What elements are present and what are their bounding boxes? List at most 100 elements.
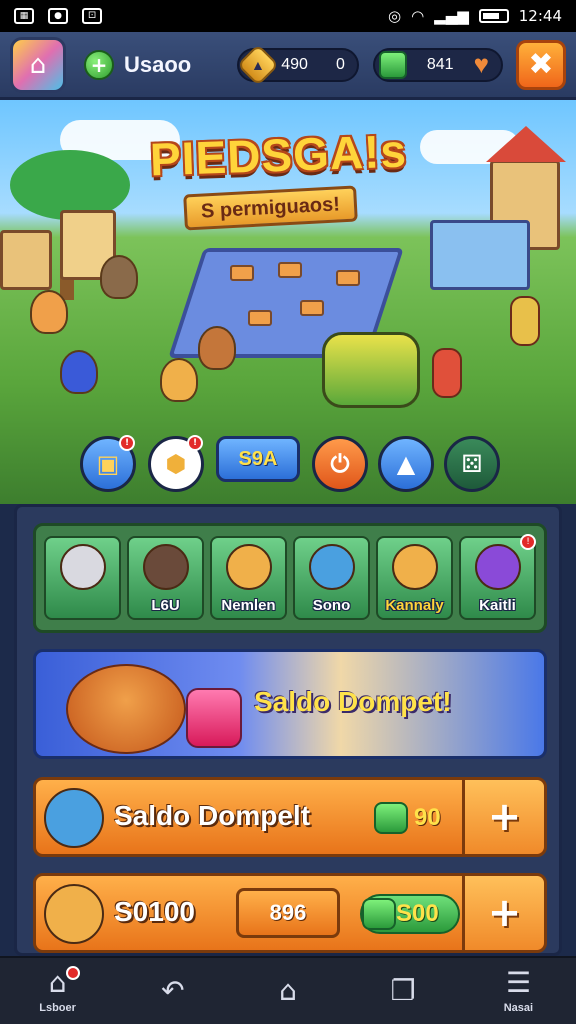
character-portrait	[308, 544, 355, 590]
s9a-button[interactable]: S9A	[216, 436, 300, 482]
user-info: + Usaoo	[84, 49, 192, 80]
close-button[interactable]: ✖	[516, 39, 566, 90]
nav-label: Lsboer	[39, 1002, 76, 1014]
kid-character	[432, 348, 462, 398]
board-tile	[248, 310, 272, 326]
shop-building	[430, 220, 530, 290]
game-title: PIEDSGA!s S permiguaos!	[149, 125, 440, 248]
character-name: Nemlen	[221, 597, 276, 614]
notification-badge: !	[520, 534, 536, 550]
nav-menu[interactable]: ☰ Nasai	[461, 958, 576, 1024]
heart-icon: ♥	[473, 49, 489, 79]
letter-a-button[interactable]: ▲	[378, 436, 434, 492]
board-tile	[336, 270, 360, 286]
hut-left	[0, 230, 52, 290]
kid-character	[510, 296, 540, 346]
character-card[interactable]: L6U	[127, 536, 204, 620]
bottom-nav: ⌂ Lsboer ↶ ⌂ ❐ ☰ Nasai	[0, 956, 576, 1024]
critter	[60, 350, 98, 394]
character-name: Sono	[312, 597, 351, 614]
board-tile	[278, 262, 302, 278]
signal-icon: ▂▄▆	[434, 7, 469, 25]
power-icon: ⏻	[330, 450, 350, 478]
wifi-icon: ◠	[411, 7, 425, 25]
character-name: Kaitli	[479, 597, 516, 614]
board-tile	[300, 300, 324, 316]
treasure-button[interactable]: ▣ !	[80, 435, 136, 492]
coin-counter[interactable]: ▲ 490 0	[237, 43, 359, 86]
character-portrait	[142, 544, 189, 590]
promo-character-art	[66, 664, 186, 754]
critter	[198, 326, 236, 370]
action-bar: ▣ ! ⬢ ! S9A ⏻ ▲ ⚄	[0, 430, 576, 500]
recents-icon: ❐	[390, 974, 416, 1007]
critter	[100, 255, 138, 299]
gallery-icon: ▦	[14, 8, 34, 24]
dice-icon: ⚄	[461, 450, 483, 478]
balance-title: S0100	[114, 896, 195, 927]
balance-amount: S00	[396, 900, 439, 927]
nav-back[interactable]: ↶	[115, 958, 230, 1024]
character-name: L6U	[151, 597, 180, 614]
character-card[interactable]	[44, 536, 121, 620]
nav-system-home[interactable]: ⌂	[230, 958, 345, 1024]
critter	[160, 358, 198, 402]
notification-badge: !	[187, 435, 203, 451]
gold-coin-icon: ⬢	[165, 450, 187, 478]
do-not-disturb-icon: ◎	[387, 7, 402, 25]
critter	[30, 290, 68, 334]
character-name: Kannaly	[385, 597, 444, 614]
gem-counter[interactable]: 841 ♥	[372, 47, 503, 82]
nav-label: Nasai	[503, 1002, 534, 1014]
power-button[interactable]: ⏻	[312, 436, 368, 492]
nav-home[interactable]: ⌂ Lsboer	[0, 958, 115, 1024]
character-portrait	[474, 544, 521, 590]
menu-icon: ☰	[505, 966, 531, 999]
character-roster: L6U Nemlen Sono Kannaly ! Kaitli	[33, 523, 547, 633]
home-icon: ⌂	[48, 966, 67, 999]
house-icon[interactable]: ⌂	[10, 36, 66, 93]
character-portrait	[225, 544, 272, 590]
subtitle-text: S permiguaos!	[200, 192, 341, 223]
promo-banner[interactable]: Saldo Dompet!	[33, 649, 547, 759]
camera-icon: ●	[48, 8, 68, 24]
gem-amount: 841	[426, 55, 454, 73]
gem-icon	[374, 802, 408, 834]
status-bar: ▦ ● ⚀ ◎ ◠ ▂▄▆ 12:44	[0, 0, 576, 32]
promo-text: Saldo Dompet!	[254, 686, 452, 717]
plus-icon[interactable]: +	[84, 49, 114, 80]
gem-icon	[378, 50, 407, 79]
clock: 12:44	[518, 7, 562, 25]
balance-value: 896	[236, 888, 340, 938]
add-wallet-button[interactable]: +	[462, 780, 544, 854]
wallet-amount: 90	[414, 804, 441, 831]
balance-row[interactable]: S0100 896 S00 +	[33, 873, 547, 953]
gift-icon	[186, 688, 242, 748]
wallet-row[interactable]: Saldo Dompelt 90 +	[33, 777, 547, 857]
coin-amount: 490	[281, 55, 308, 73]
username: Usaoo	[124, 51, 192, 77]
character-card[interactable]: Nemlen	[210, 536, 287, 620]
notification-badge: !	[119, 435, 135, 451]
main-panel: L6U Nemlen Sono Kannaly ! Kaitli Saldo D…	[14, 504, 562, 956]
dice-button[interactable]: ⚄	[444, 436, 500, 492]
coin-icon: ▲	[237, 43, 280, 86]
grid-icon: ⚀	[82, 8, 102, 24]
title-text: PIEDSGA!s	[149, 124, 408, 186]
letter-a-icon: ▲	[396, 450, 416, 478]
subtitle-banner: S permiguaos!	[183, 185, 358, 231]
nav-recents[interactable]: ❐	[346, 958, 461, 1024]
add-balance-button[interactable]: +	[462, 876, 544, 950]
gem-icon	[362, 898, 396, 930]
gold-coin-button[interactable]: ⬢ !	[148, 435, 204, 492]
board-tile	[230, 265, 254, 281]
character-card[interactable]: Sono	[293, 536, 370, 620]
close-icon: ✖	[528, 47, 554, 82]
cat-avatar	[44, 788, 104, 848]
roof-right	[486, 126, 566, 162]
character-portrait	[391, 544, 438, 590]
character-card[interactable]: Kannaly	[376, 536, 453, 620]
notification-dot	[66, 966, 80, 980]
home-outline-icon: ⌂	[279, 974, 297, 1007]
character-card[interactable]: ! Kaitli	[459, 534, 536, 620]
